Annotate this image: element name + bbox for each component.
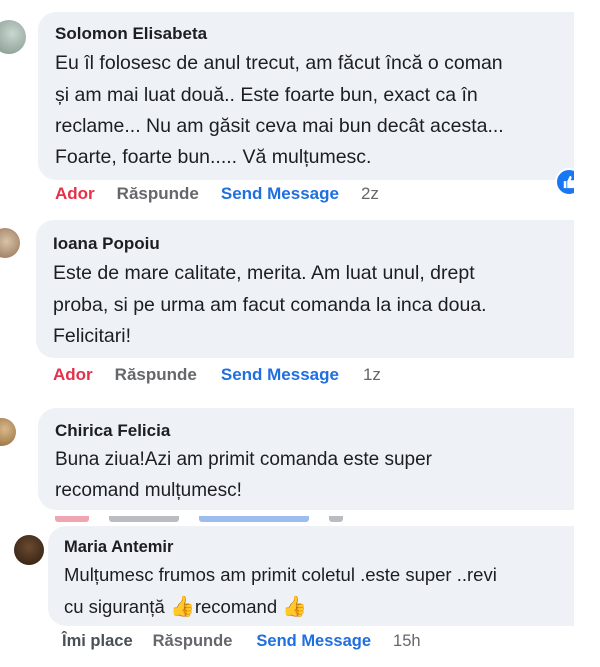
avatar[interactable] (0, 228, 20, 258)
send-message-button[interactable]: Send Message (256, 632, 371, 651)
comment-author[interactable]: Ioana Popoiu (53, 234, 160, 254)
like-button[interactable]: Îmi place (62, 632, 133, 651)
cropped-actions-row (55, 516, 395, 526)
reply-button[interactable]: Răspunde (115, 365, 197, 385)
comment-text-line: reclame... Nu am găsit ceva mai bun decâ… (55, 115, 504, 137)
avatar[interactable] (14, 535, 44, 565)
send-message-button[interactable]: Send Message (221, 184, 339, 204)
comment-text-line: Foarte, foarte bun..... Vă mulțumesc. (55, 146, 372, 168)
comment-text-line: Felicitari! (53, 325, 132, 347)
comment-actions: Îmi place Răspunde Send Message 15h (62, 632, 421, 651)
thumbs-up-emoji-icon: 👍 (169, 596, 195, 618)
comment-text-line: recomand mulțumesc! (55, 480, 242, 501)
comment-timestamp[interactable]: 15h (393, 632, 421, 651)
right-edge (574, 0, 600, 667)
react-button[interactable]: Ador (53, 365, 93, 385)
avatar[interactable] (0, 20, 26, 54)
comment-author[interactable]: Solomon Elisabeta (55, 24, 207, 44)
comment-text-line: proba, si pe urma am facut comanda la in… (53, 294, 487, 316)
reply-button[interactable]: Răspunde (153, 632, 233, 651)
comment-text-line: și am mai luat două.. Este foarte bun, e… (55, 84, 478, 106)
comment-text-line: Este de mare calitate, merita. Am luat u… (53, 262, 475, 284)
comment-text-segment: cu siguranță (64, 596, 165, 617)
comment-actions: Ador Răspunde Send Message 2z (55, 184, 379, 204)
send-message-button[interactable]: Send Message (221, 365, 339, 385)
react-button[interactable]: Ador (55, 184, 95, 204)
comment-text-line: Buna ziua!Azi am primit comanda este sup… (55, 449, 433, 470)
comment-author[interactable]: Maria Antemir (64, 538, 173, 557)
comment-text-segment: recomand (194, 596, 278, 617)
comment-text-line: Eu îl folosesc de anul trecut, am făcut … (55, 52, 503, 74)
thumbs-up-emoji-icon: 👍 (282, 596, 308, 618)
comment-timestamp[interactable]: 2z (361, 184, 379, 204)
comment-text-line: cu siguranță 👍recomand 👍 (64, 594, 307, 619)
comment-actions: Ador Răspunde Send Message 1z (53, 365, 381, 385)
avatar[interactable] (0, 418, 16, 446)
comment-timestamp[interactable]: 1z (363, 365, 381, 385)
comment-text-line: Mulțumesc frumos am primit coletul .este… (64, 564, 497, 585)
reply-button[interactable]: Răspunde (117, 184, 199, 204)
comment-author[interactable]: Chirica Felicia (55, 421, 170, 441)
